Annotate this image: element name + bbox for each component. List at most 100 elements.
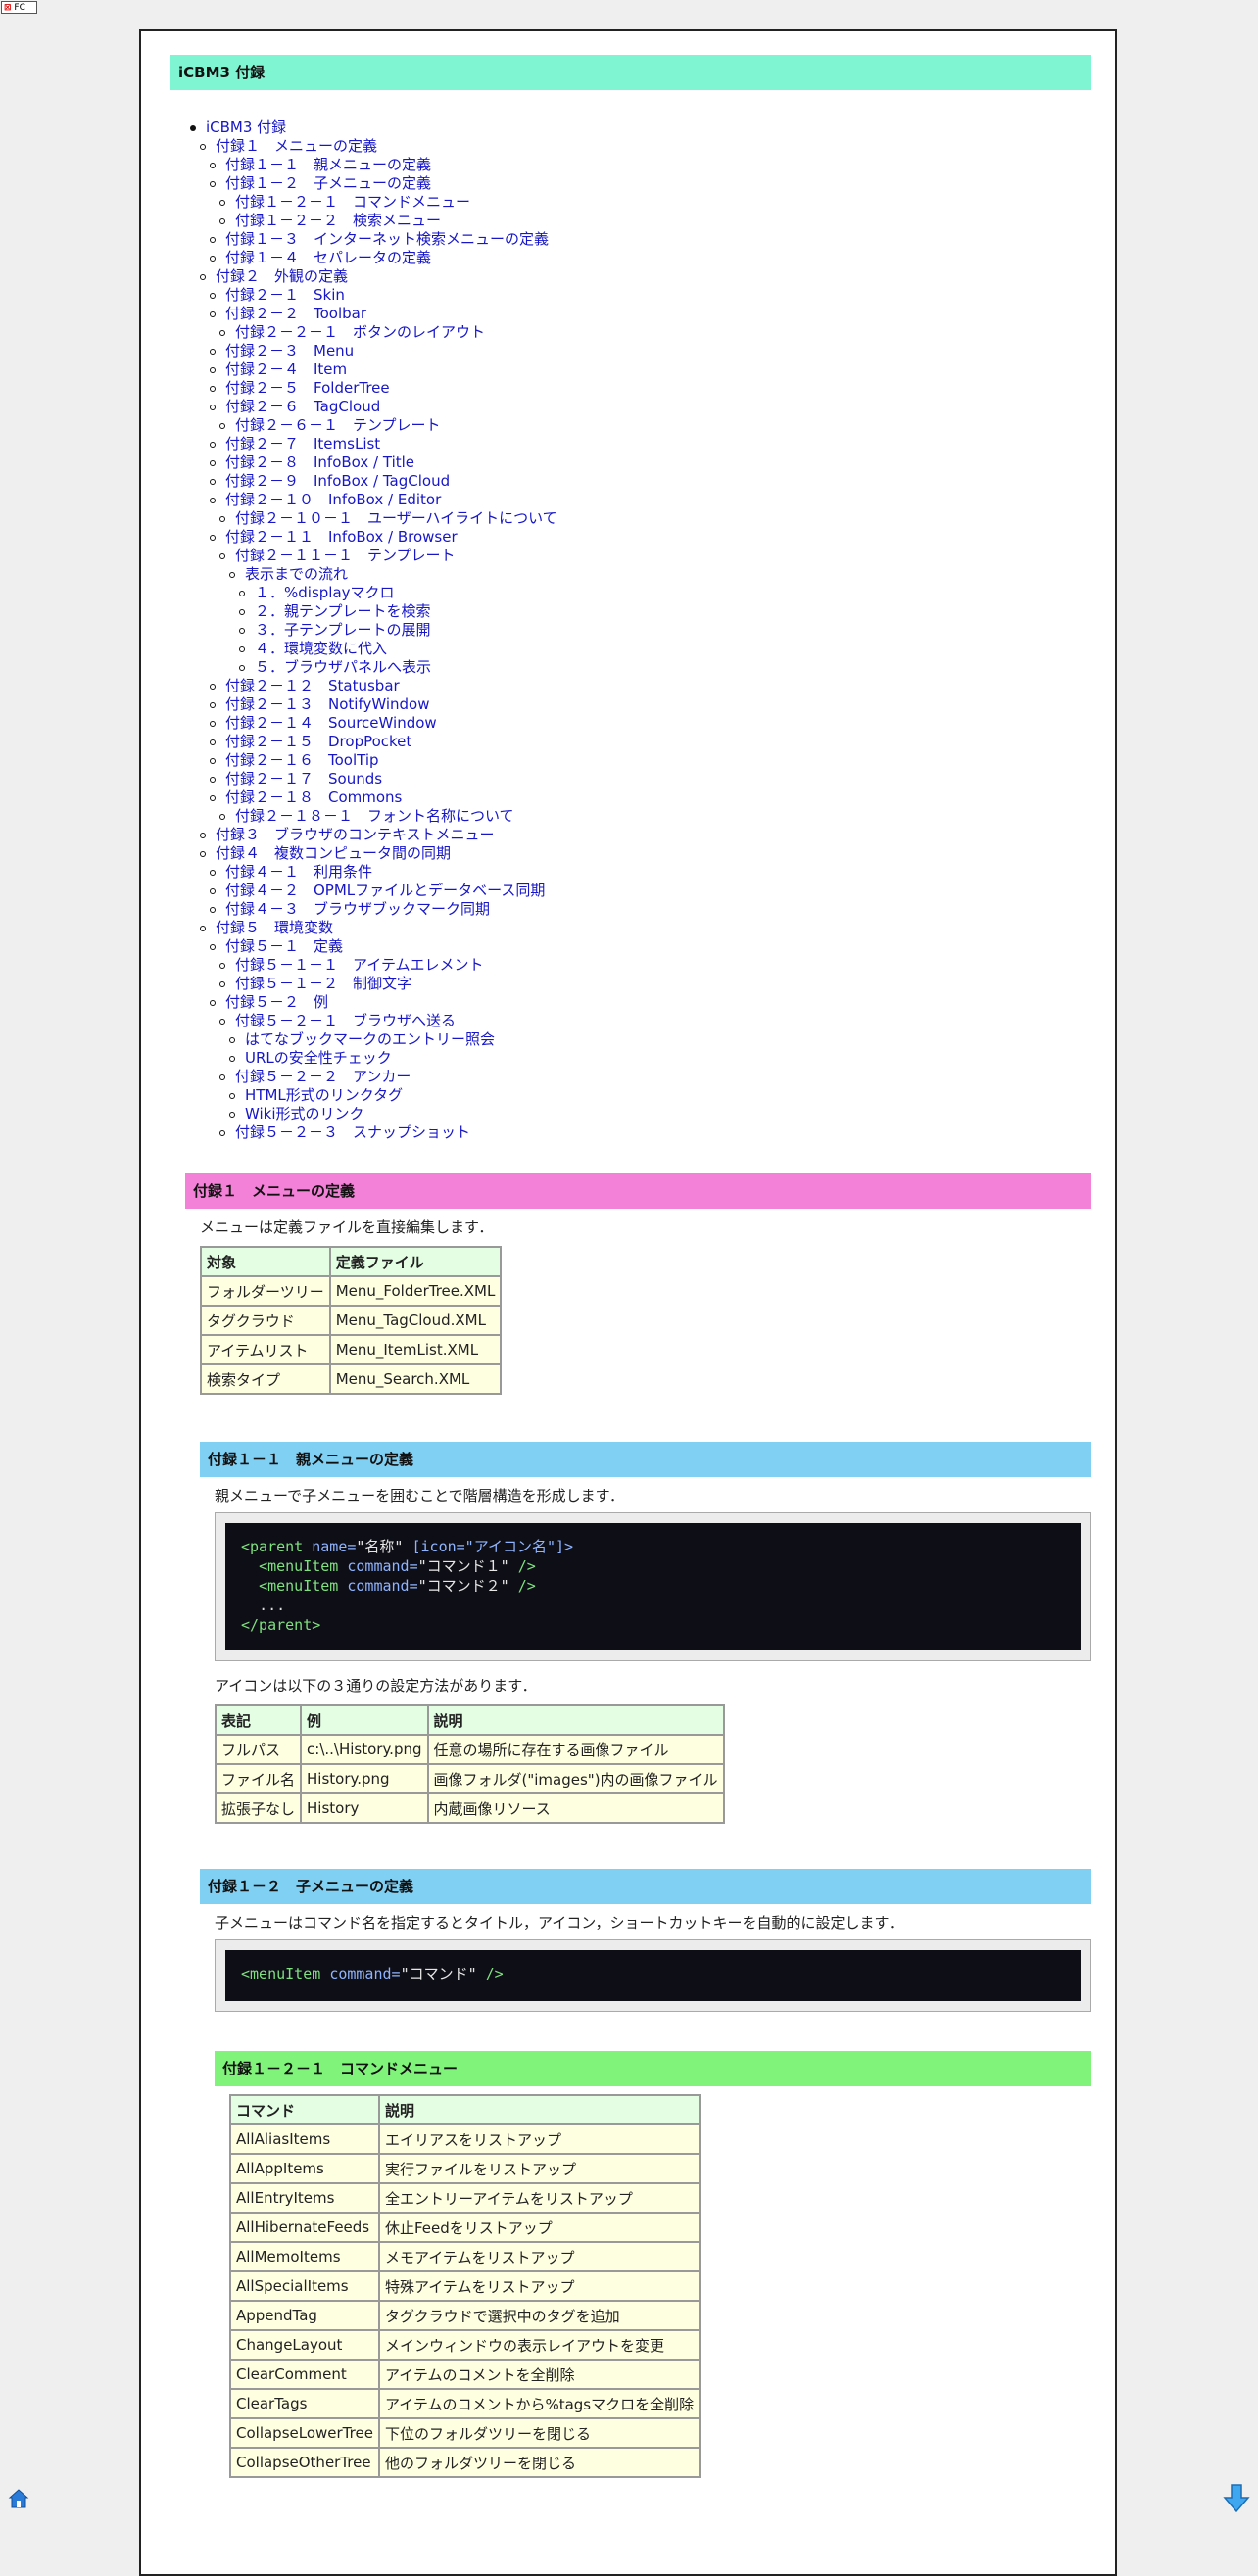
toc-link[interactable]: 付録２－１１－１ テンプレート [235, 547, 456, 565]
toc-link[interactable]: 付録５－２－３ スナップショット [235, 1123, 470, 1142]
toc-link[interactable]: 付録５－１－１ アイテムエレメント [235, 956, 484, 975]
toc-link[interactable]: 付録２－１８ Commons [225, 788, 402, 807]
code-block-child: <menuItem command="コマンド" /> [215, 1939, 1091, 2012]
toc-link[interactable]: 付録２－９ InfoBox / TagCloud [225, 472, 450, 491]
toc-bullet [200, 926, 206, 931]
table-header: 対象 [200, 1246, 331, 1277]
toc-link[interactable]: はてなブックマークのエントリー照会 [245, 1030, 495, 1049]
table-header: コマンド [229, 2094, 380, 2125]
toc-bullet [229, 1056, 235, 1062]
doc-title: iCBM3 付録 [170, 55, 1091, 90]
toc-bullet [210, 535, 216, 541]
table-header: 表記 [214, 1704, 303, 1736]
toc-link[interactable]: 付録１－３ インターネット検索メニューの定義 [225, 230, 549, 249]
code-token: "コマンド１" [417, 1557, 509, 1575]
toc-link[interactable]: 付録５－２ 例 [225, 993, 328, 1012]
toc-bullet [210, 311, 216, 317]
toc-bullet [219, 200, 225, 206]
toc-link[interactable]: 付録２－１４ SourceWindow [225, 714, 437, 733]
toc-link[interactable]: 付録２－８ InfoBox / Title [225, 453, 414, 472]
table-row: フォルダーツリー Menu_FolderTree.XML [200, 1275, 503, 1307]
toc-link[interactable]: 付録２－７ ItemsList [225, 435, 380, 453]
toc-link[interactable]: 付録４－１ 利用条件 [225, 863, 372, 882]
toc-link[interactable]: 付録２－１ Skin [225, 286, 345, 305]
toc-link[interactable]: 付録２－３ Menu [225, 342, 354, 360]
toc-link[interactable]: 付録２－６ TagCloud [225, 398, 380, 416]
toc-bullet [219, 981, 225, 987]
toc-link[interactable]: 付録２－５ FolderTree [225, 379, 390, 398]
toc-bullet [200, 144, 206, 150]
toc-link[interactable]: 付録２－２－１ ボタンのレイアウト [235, 323, 485, 342]
toc-bullet [210, 888, 216, 894]
toc-link[interactable]: 付録２－６－１ テンプレート [235, 416, 441, 435]
toc-link[interactable]: 付録２－１５ DropPocket [225, 733, 411, 751]
toc-link[interactable]: 付録５－２－２ アンカー [235, 1068, 411, 1086]
toc-link[interactable]: 付録５ 環境変数 [216, 919, 333, 937]
section-heading-1-2-1: 付録１－２－１ コマンドメニュー [215, 2051, 1091, 2086]
toc-link[interactable]: ２．親テンプレートを検索 [255, 602, 431, 621]
code-token: </parent> [241, 1616, 321, 1634]
toc-link[interactable]: ５．ブラウザパネルへ表示 [255, 658, 431, 677]
toc-link[interactable]: 付録２－１３ NotifyWindow [225, 695, 430, 714]
toc-bullet [210, 870, 216, 876]
toc-link[interactable]: 付録３ ブラウザのコンテキストメニュー [216, 826, 495, 844]
home-icon[interactable] [8, 2488, 29, 2509]
toc-link[interactable]: 付録２－４ Item [225, 360, 347, 379]
toc-link[interactable]: 付録２－２ Toolbar [225, 305, 366, 323]
table-header: 例 [300, 1704, 429, 1736]
toc-link[interactable]: 表示までの流れ [245, 565, 348, 584]
toc-link[interactable]: 付録４－２ OPMLファイルとデータベース同期 [225, 882, 545, 900]
toc-link[interactable]: 付録２－１６ ToolTip [225, 751, 379, 770]
toc-bullet [219, 423, 225, 429]
toc-link[interactable]: 付録１－１ 親メニューの定義 [225, 156, 431, 174]
toc-link[interactable]: URLの安全性チェック [245, 1049, 392, 1068]
toc-link[interactable]: 付録１－２ 子メニューの定義 [225, 174, 431, 193]
toc-link[interactable]: 付録５－１ 定義 [225, 937, 343, 956]
toc-bullet [200, 274, 206, 280]
table-cell: ClearTags [229, 2388, 380, 2419]
command-table: コマンド 説明 AllAliasItems エイリアスをリストアップ AllAppI… [229, 2094, 702, 2478]
toc-link[interactable]: 付録２－１０－１ ユーザーハイライトについて [235, 509, 557, 528]
toc-link[interactable]: 付録４－３ ブラウザブックマーク同期 [225, 900, 490, 919]
toc-link[interactable]: 付録２－１１ InfoBox / Browser [225, 528, 458, 547]
toc-link[interactable]: 付録５－１－２ 制御文字 [235, 975, 411, 993]
toc-bullet [229, 572, 235, 578]
toc-link[interactable]: ４．環境変数に代入 [255, 640, 387, 658]
menu-files-table: 対象 定義ファイル フォルダーツリー Menu_FolderTree.XML タグ… [200, 1246, 503, 1395]
toc-link[interactable]: 付録５－２－１ ブラウザへ送る [235, 1012, 456, 1030]
table-cell: c:\..\History.png [300, 1734, 429, 1765]
table-header-row: 表記 例 説明 [214, 1704, 725, 1736]
table-cell: AllMemoItems [229, 2241, 380, 2272]
code-token: /> [508, 1577, 536, 1595]
toc-bullet [219, 553, 225, 559]
toc-bullet [219, 516, 225, 522]
code-token: "名称" [356, 1538, 404, 1555]
toc-link[interactable]: 付録１ メニューの定義 [216, 137, 377, 156]
toc-link[interactable]: 付録４ 複数コンピュータ間の同期 [216, 844, 451, 863]
toc-link[interactable]: 付録１－４ セパレータの定義 [225, 249, 431, 267]
toc-link[interactable]: 付録２－１８－１ フォント名称について [235, 807, 514, 826]
table-row: ClearComment アイテムのコメントを全削除 [229, 2359, 702, 2390]
toc-link[interactable]: Wiki形式のリンク [245, 1105, 364, 1123]
toc-bullet [219, 1130, 225, 1136]
toc-link[interactable]: 付録２－１２ Statusbar [225, 677, 400, 695]
toc-link[interactable]: 付録２ 外観の定義 [216, 267, 348, 286]
toc-link[interactable]: ３．子テンプレートの展開 [255, 621, 431, 640]
arrow-down-icon[interactable] [1223, 2484, 1250, 2513]
toc-bullet [210, 349, 216, 355]
toc-link[interactable]: HTML形式のリンクタグ [245, 1086, 403, 1105]
toc-link[interactable]: 付録１－２－１ コマンドメニュー [235, 193, 470, 212]
table-row: CollapseLowerTree 下位のフォルダツリーを閉じる [229, 2417, 702, 2449]
table-cell: タグクラウドで選択中のタグを追加 [377, 2300, 702, 2331]
table-cell: 画像フォルダ("images")内の画像ファイル [426, 1763, 725, 1794]
table-cell: メインウィンドウの表示レイアウトを変更 [377, 2329, 702, 2361]
toc-link[interactable]: 付録１－２－２ 検索メニュー [235, 212, 441, 230]
section-heading-1: 付録１ メニューの定義 [185, 1173, 1091, 1209]
toc-link[interactable]: 付録２－１７ Sounds [225, 770, 382, 788]
table-row: ChangeLayout メインウィンドウの表示レイアウトを変更 [229, 2329, 702, 2361]
toc-link[interactable]: iCBM3 付録 [206, 119, 286, 137]
plugin-badge-label: FC [14, 3, 25, 13]
code-token: command= [347, 1557, 418, 1575]
toc-link[interactable]: 付録２－１０ InfoBox / Editor [225, 491, 441, 509]
toc-link[interactable]: １．%displayマクロ [255, 584, 395, 602]
